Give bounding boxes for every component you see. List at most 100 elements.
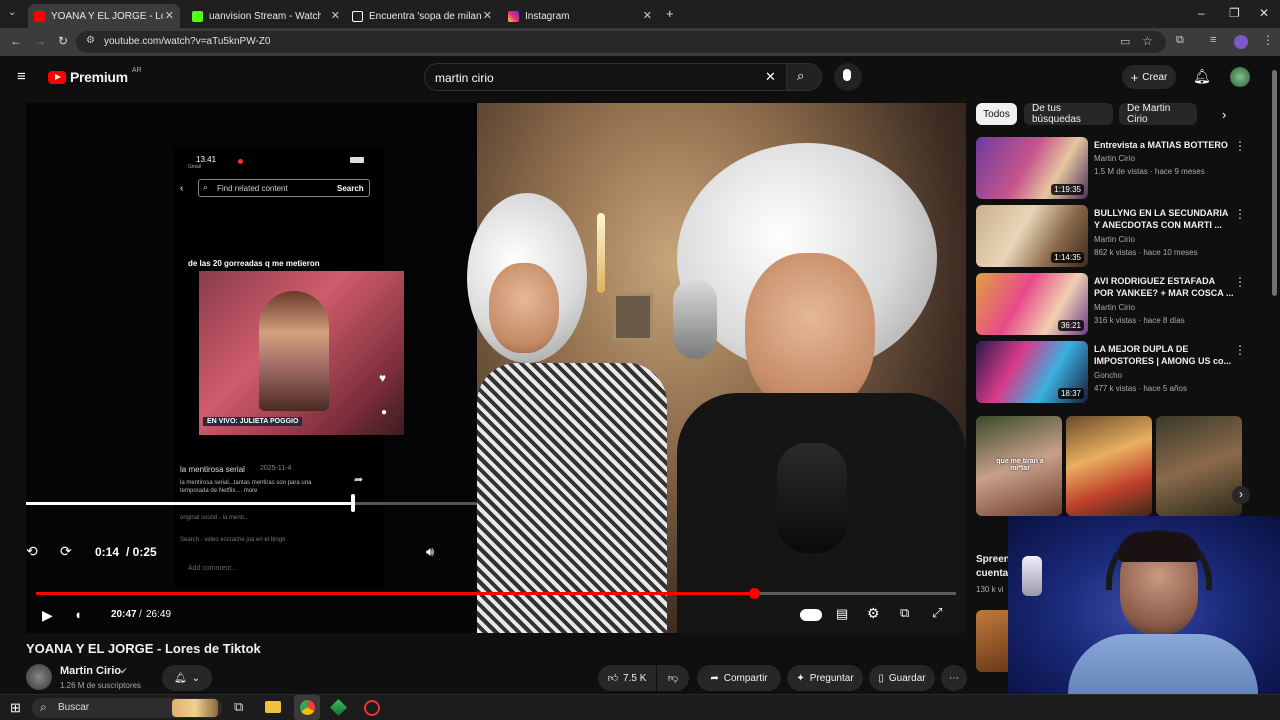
recommendation-item[interactable]: 1:14:35 BULLYNG EN LA SECUNDARIA Y ANECD… bbox=[976, 205, 1266, 269]
windows-start-icon[interactable]: ⊞ bbox=[10, 700, 21, 716]
account-avatar[interactable] bbox=[1230, 67, 1250, 87]
reload-icon[interactable]: ↻ bbox=[58, 34, 68, 48]
video-progress-handle[interactable] bbox=[748, 588, 760, 599]
cast-icon[interactable]: ▭ bbox=[1120, 35, 1130, 48]
recommendation-item[interactable]: 36:21 AVI RODRIGUEZ ESTAFADA POR YANKEE?… bbox=[976, 273, 1266, 337]
extensions-icon[interactable]: ⧉ bbox=[1176, 34, 1184, 47]
bookmark-star-icon[interactable]: ☆ bbox=[1142, 34, 1153, 48]
autoplay-toggle-icon[interactable] bbox=[800, 609, 822, 621]
like-button[interactable]: 👍︎ 7.5 K bbox=[598, 665, 656, 691]
sidebar-scrollbar[interactable] bbox=[1272, 70, 1277, 296]
time-total: 26:49 bbox=[146, 609, 172, 620]
close-icon[interactable]: ✕ bbox=[331, 9, 340, 22]
volume-icon[interactable]: ◖ bbox=[74, 607, 82, 622]
guide-menu-icon[interactable]: ≡ bbox=[17, 68, 26, 85]
status-time: 13.41 bbox=[196, 155, 217, 164]
video-thumbnail[interactable]: 36:21 bbox=[976, 273, 1088, 335]
more-vert-icon[interactable]: ⋮ bbox=[1234, 207, 1246, 221]
inner-volume-icon[interactable]: 🔊︎ bbox=[426, 544, 434, 560]
red-app-icon[interactable] bbox=[364, 700, 380, 716]
rewind-icon[interactable]: ⟲ bbox=[26, 543, 38, 560]
miniplayer-icon[interactable]: ⧉ bbox=[900, 605, 909, 621]
profile-avatar-icon[interactable] bbox=[1234, 35, 1248, 49]
back-arrow-icon[interactable]: ‹ bbox=[180, 183, 183, 194]
youtube-logo[interactable]: Premium AR bbox=[48, 67, 142, 85]
recommendation-item[interactable]: 18:37 LA MEJOR DUPLA DE IMPOSTORES | AMO… bbox=[976, 341, 1266, 405]
task-view-icon[interactable]: ⧉ bbox=[234, 699, 243, 715]
partial-recommendation-meta: 130 k vi bbox=[976, 585, 1004, 594]
new-tab-icon[interactable]: + bbox=[666, 6, 674, 21]
video-thumbnail[interactable]: 1:14:35 bbox=[976, 205, 1088, 267]
create-button[interactable]: + Crear bbox=[1122, 65, 1176, 89]
tiktok-screen-recording: 13.41 Gmail ‹ ⌕ Find related content Sea… bbox=[26, 103, 477, 633]
chip-from-channel[interactable]: De Martin Cirio bbox=[1119, 103, 1197, 125]
taskbar-search[interactable]: ⌕ Buscar bbox=[32, 698, 222, 718]
video-player[interactable]: 13.41 Gmail ‹ ⌕ Find related content Sea… bbox=[26, 103, 966, 633]
voice-search-button[interactable] bbox=[834, 63, 862, 91]
notifications-bell-icon[interactable]: 🔔︎ bbox=[1193, 68, 1211, 85]
tab-youtube[interactable]: YOANA Y EL JORGE - Lores de Tiktok ✕ bbox=[28, 4, 180, 28]
restore-icon[interactable]: ❐ bbox=[1229, 6, 1240, 20]
more-vert-icon[interactable]: ⋮ bbox=[1234, 139, 1246, 153]
site-info-icon[interactable]: ⚙ bbox=[86, 35, 95, 46]
browser-menu-icon[interactable]: ⋮ bbox=[1262, 33, 1274, 47]
browser-tab-bar: ⌄ YOANA Y EL JORGE - Lores de Tiktok ✕ u… bbox=[0, 0, 1280, 28]
more-actions-button[interactable]: ⋯ bbox=[941, 665, 967, 691]
play-icon[interactable]: ▶ bbox=[42, 607, 53, 624]
post-sound: original sound - la menti... bbox=[180, 515, 249, 521]
forward-icon[interactable]: → bbox=[34, 34, 46, 48]
more-vert-icon[interactable]: ⋮ bbox=[1234, 343, 1246, 357]
short-thumbnail[interactable] bbox=[1066, 416, 1152, 516]
subscriber-count: 1.26 M de suscriptores bbox=[60, 681, 141, 690]
close-icon[interactable]: ✕ bbox=[643, 9, 652, 22]
chip-from-searches[interactable]: De tus búsquedas bbox=[1024, 103, 1113, 125]
search-button[interactable]: ⌕ bbox=[786, 63, 822, 91]
short-thumbnail[interactable]: que me tiran a mi*tar bbox=[976, 416, 1062, 516]
share-arrow-icon[interactable]: ➦ bbox=[354, 473, 363, 486]
partial-thumbnail[interactable] bbox=[976, 610, 1008, 672]
close-icon[interactable]: ✕ bbox=[483, 9, 492, 22]
channel-avatar[interactable] bbox=[26, 664, 52, 690]
tiktok-search-box[interactable]: ⌕ Find related content Search bbox=[198, 179, 370, 197]
comment-bubble-icon[interactable]: ● bbox=[381, 407, 387, 418]
app-cube-icon[interactable] bbox=[330, 699, 347, 716]
channel-name[interactable]: Martin Cirio bbox=[60, 665, 121, 677]
more-horizontal-icon: ⋯ bbox=[949, 672, 959, 684]
subscribed-button[interactable]: 🔔︎ ⌄ bbox=[162, 665, 212, 691]
subtitles-icon[interactable]: ▤ bbox=[836, 606, 848, 622]
inner-progress-bar[interactable] bbox=[26, 502, 477, 505]
more-vert-icon[interactable]: ⋮ bbox=[1234, 275, 1246, 289]
video-progress-bar[interactable] bbox=[36, 592, 956, 595]
minimize-icon[interactable]: – bbox=[1198, 6, 1205, 20]
fullscreen-icon[interactable]: ⤢ bbox=[932, 605, 942, 621]
window-close-icon[interactable]: ✕ bbox=[1259, 6, 1269, 20]
like-heart-icon[interactable]: ♥ bbox=[379, 371, 386, 385]
chips-next-icon[interactable]: › bbox=[1222, 107, 1226, 122]
share-button[interactable]: ➦ Compartir bbox=[697, 665, 781, 691]
save-button[interactable]: ▯ Guardar bbox=[869, 665, 935, 691]
video-thumbnail[interactable]: 18:37 bbox=[976, 341, 1088, 403]
back-icon[interactable]: ← bbox=[10, 34, 22, 48]
clear-search-icon[interactable]: ✕ bbox=[765, 69, 776, 85]
tab-search-icon[interactable]: ⌄ bbox=[8, 7, 16, 18]
search-submit[interactable]: Search bbox=[337, 184, 364, 193]
dislike-button[interactable]: 👎︎ bbox=[657, 665, 689, 691]
short-thumbnail[interactable] bbox=[1156, 416, 1242, 516]
tab-tiktok[interactable]: Encuentra 'sopa de milanesa yo' ✕ bbox=[346, 4, 498, 28]
video-thumbnail[interactable]: 1:19:35 bbox=[976, 137, 1088, 199]
shorts-next-icon[interactable]: › bbox=[1232, 486, 1250, 504]
tab-instagram[interactable]: Instagram ✕ bbox=[502, 4, 658, 28]
settings-gear-icon[interactable]: ⚙ bbox=[867, 605, 880, 622]
close-icon[interactable]: ✕ bbox=[165, 9, 174, 22]
tab-search-list-icon[interactable]: ≡ bbox=[1210, 34, 1216, 46]
chip-all[interactable]: Todos bbox=[976, 103, 1017, 125]
forward-skip-icon[interactable]: ⟳ bbox=[60, 543, 72, 560]
tab-kick[interactable]: uanvision Stream - Watch Live ✕ bbox=[186, 4, 346, 28]
search-input[interactable]: martin cirio ✕ bbox=[424, 63, 788, 91]
recommendation-item[interactable]: 1:19:35 Entrevista a MATIAS BOTTERO Mart… bbox=[976, 137, 1266, 201]
address-bar[interactable]: ⚙ youtube.com/watch?v=aTu5knPW-Z0 ▭ ☆ bbox=[76, 31, 1166, 53]
file-explorer-icon[interactable] bbox=[265, 701, 281, 713]
ask-button[interactable]: ✦ Preguntar bbox=[787, 665, 863, 691]
inner-progress-handle[interactable] bbox=[350, 494, 355, 512]
inner-progress-fill bbox=[26, 502, 351, 505]
